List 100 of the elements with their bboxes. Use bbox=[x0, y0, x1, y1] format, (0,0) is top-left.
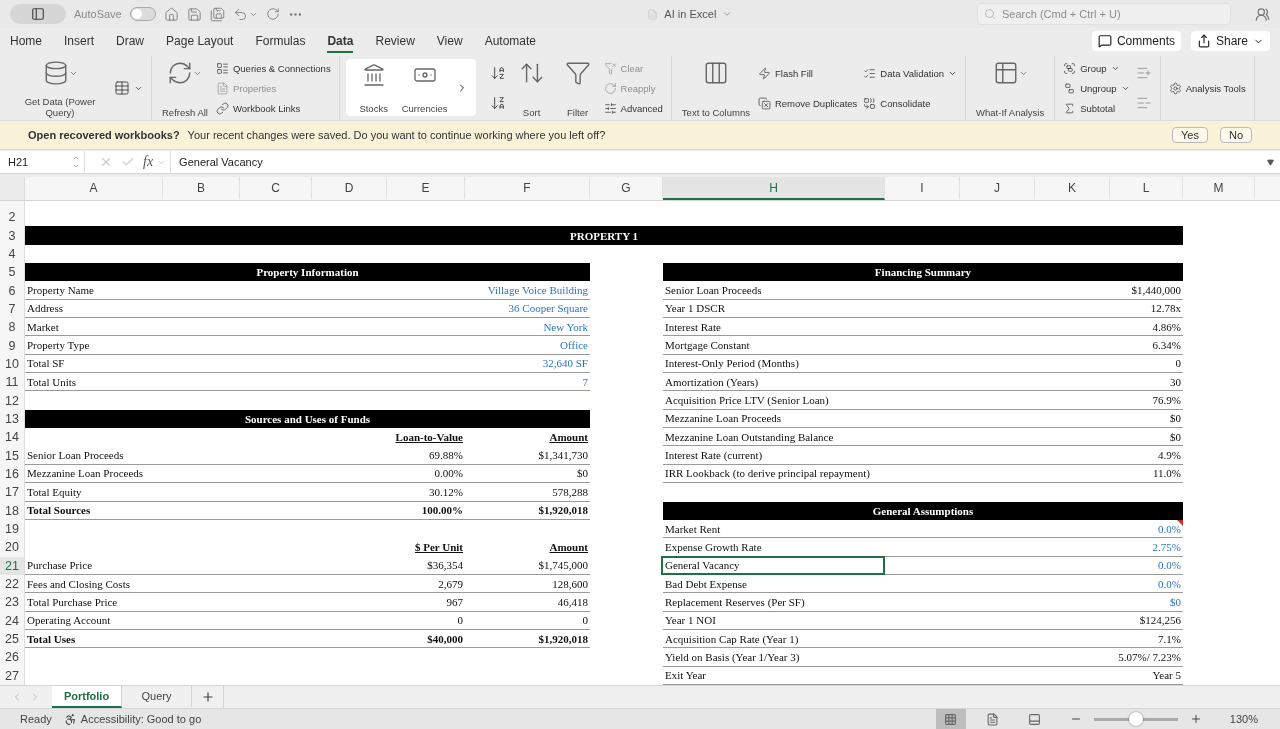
table-cell-text: 12.78x bbox=[1149, 301, 1182, 317]
row-number[interactable]: 14 bbox=[0, 428, 25, 447]
autosave-toggle[interactable] bbox=[129, 7, 156, 21]
undo-icon[interactable] bbox=[232, 6, 258, 22]
table-cell-text: Interest Rate (current) bbox=[664, 448, 764, 464]
row-number[interactable]: 2 bbox=[0, 208, 25, 227]
ribbon-button[interactable]: Ungroup bbox=[1063, 81, 1130, 95]
sidebar-button[interactable] bbox=[10, 4, 66, 24]
column-header[interactable]: E bbox=[387, 177, 465, 200]
row-number[interactable]: 3 bbox=[0, 226, 25, 245]
ribbon-button[interactable]: Subtotal bbox=[1063, 101, 1130, 115]
normal-view-button[interactable] bbox=[935, 709, 966, 729]
row-number[interactable]: 5 bbox=[0, 263, 25, 282]
ribbon-tab[interactable]: Review bbox=[375, 29, 415, 53]
ribbon-tab[interactable]: Page Layout bbox=[166, 29, 234, 53]
column-header[interactable]: A bbox=[25, 177, 163, 200]
message-button[interactable]: No bbox=[1219, 127, 1252, 143]
row-number[interactable]: 6 bbox=[0, 281, 25, 300]
redo-icon[interactable] bbox=[265, 7, 280, 21]
ribbon-tab[interactable]: Automate bbox=[484, 29, 536, 53]
ribbon-button[interactable]: Refresh All bbox=[160, 56, 210, 120]
zoom-thumb[interactable] bbox=[1128, 712, 1143, 726]
table-cell-text: $1,745,000 bbox=[537, 558, 589, 574]
ribbon-tab[interactable]: Data bbox=[327, 29, 354, 53]
comments-button[interactable]: Comments bbox=[1091, 31, 1181, 51]
ribbon-button[interactable]: Text to Columns bbox=[679, 56, 752, 120]
people-icon[interactable] bbox=[1255, 6, 1270, 22]
ribbon-button[interactable]: Analysis Tools bbox=[1168, 81, 1246, 95]
home-icon[interactable] bbox=[163, 6, 179, 22]
accessibility-button[interactable]: Accessibility: Good to go bbox=[63, 712, 202, 726]
ribbon-button[interactable]: Workbook Links bbox=[215, 101, 331, 115]
table-cell-text: $124,256 bbox=[1138, 613, 1182, 629]
ribbon-button[interactable]: Remove Duplicates bbox=[757, 96, 858, 110]
table-cell-text: Fees and Closing Costs bbox=[26, 576, 131, 592]
check-icon[interactable] bbox=[121, 155, 135, 169]
plus-icon bbox=[200, 690, 215, 704]
table-cell-text: Purchase Price bbox=[26, 558, 94, 574]
ribbon-tab[interactable]: View bbox=[436, 29, 463, 53]
row-number[interactable]: 26 bbox=[0, 648, 25, 667]
section-header: Financing Summary bbox=[663, 263, 1183, 282]
row-number[interactable]: 17 bbox=[0, 483, 25, 502]
table-cell-text: Total Purchase Price bbox=[26, 594, 119, 610]
column-header[interactable]: D bbox=[312, 177, 387, 200]
ribbon-button[interactable] bbox=[489, 95, 506, 111]
formula-field[interactable]: General Vacancy bbox=[170, 151, 1261, 173]
ribbon-button[interactable]: Consolidate bbox=[863, 96, 958, 110]
ribbon-button[interactable]: Advanced bbox=[603, 101, 663, 115]
table-icon bbox=[114, 80, 130, 96]
ribbon-button[interactable]: Sort bbox=[511, 56, 552, 120]
cancel-icon[interactable] bbox=[99, 155, 113, 169]
table-cell-text: 7 bbox=[581, 374, 589, 390]
row-number[interactable]: 11 bbox=[0, 373, 25, 392]
function-button[interactable]: fx bbox=[143, 154, 154, 170]
document-title[interactable]: AI in Excel bbox=[664, 8, 717, 20]
column-header[interactable]: F bbox=[465, 177, 590, 200]
ribbon-button[interactable] bbox=[114, 80, 143, 96]
column-heading: Amount bbox=[548, 430, 589, 446]
ribbon-tab[interactable]: Insert bbox=[64, 29, 95, 53]
save-icon[interactable] bbox=[186, 6, 202, 22]
column-header[interactable]: H bbox=[663, 177, 885, 200]
column-header[interactable]: B bbox=[163, 177, 240, 200]
ribbon-button[interactable]: Stocks bbox=[353, 59, 394, 116]
search-input[interactable]: Search (Cmd + Ctrl + U) bbox=[1002, 8, 1224, 20]
row-number[interactable]: 12 bbox=[0, 391, 25, 410]
ribbon-tab[interactable]: Draw bbox=[116, 29, 145, 53]
stepper-icon[interactable] bbox=[72, 154, 80, 170]
ribbon-button[interactable]: Queries & Connections bbox=[215, 61, 331, 75]
share-button[interactable]: Share bbox=[1190, 31, 1270, 51]
search-icon bbox=[984, 8, 996, 20]
column-header[interactable]: I bbox=[885, 177, 960, 200]
document-icon bbox=[647, 8, 659, 20]
ribbon-button[interactable]: What-If Analysis bbox=[974, 56, 1047, 120]
row-number[interactable]: 23 bbox=[0, 593, 25, 612]
ribbon-button[interactable] bbox=[489, 65, 506, 81]
ribbon-button[interactable]: Data Validation bbox=[863, 66, 958, 80]
sheet-tab[interactable]: Portfolio bbox=[52, 686, 122, 708]
ribbon-button[interactable]: Currencies bbox=[399, 59, 450, 116]
table-cell-text: Year 1 NOI bbox=[664, 613, 717, 629]
row-number[interactable]: 9 bbox=[0, 336, 25, 355]
zoom-in-icon[interactable] bbox=[1189, 713, 1202, 725]
column-header[interactable]: J bbox=[960, 177, 1035, 200]
row-number[interactable]: 20 bbox=[0, 538, 25, 557]
ribbon-tab[interactable]: Home bbox=[10, 29, 42, 53]
ribbon-tab[interactable]: Formulas bbox=[255, 29, 306, 53]
ribbon-button[interactable]: Flash Fill bbox=[757, 66, 858, 80]
column-header[interactable]: C bbox=[240, 177, 312, 200]
row-number[interactable]: 8 bbox=[0, 318, 25, 337]
row-number[interactable]: 15 bbox=[0, 446, 25, 465]
column-header[interactable]: M bbox=[1183, 177, 1255, 200]
column-header[interactable]: L bbox=[1110, 177, 1183, 200]
save-as-icon[interactable] bbox=[209, 6, 225, 22]
column-header[interactable]: K bbox=[1035, 177, 1110, 200]
message-button[interactable]: Yes bbox=[1172, 127, 1208, 143]
ribbon-button[interactable]: Get Data (Power Query) bbox=[12, 56, 108, 120]
name-box[interactable]: H21 bbox=[0, 151, 85, 173]
table-cell[interactable]: General Vacancy bbox=[661, 555, 885, 575]
search-field[interactable]: Search (Cmd + Ctrl + U) bbox=[977, 3, 1231, 25]
ribbon-button[interactable]: Group bbox=[1063, 61, 1130, 75]
ribbon-button[interactable]: Filter bbox=[557, 56, 598, 120]
caret-icon[interactable] bbox=[722, 9, 733, 19]
